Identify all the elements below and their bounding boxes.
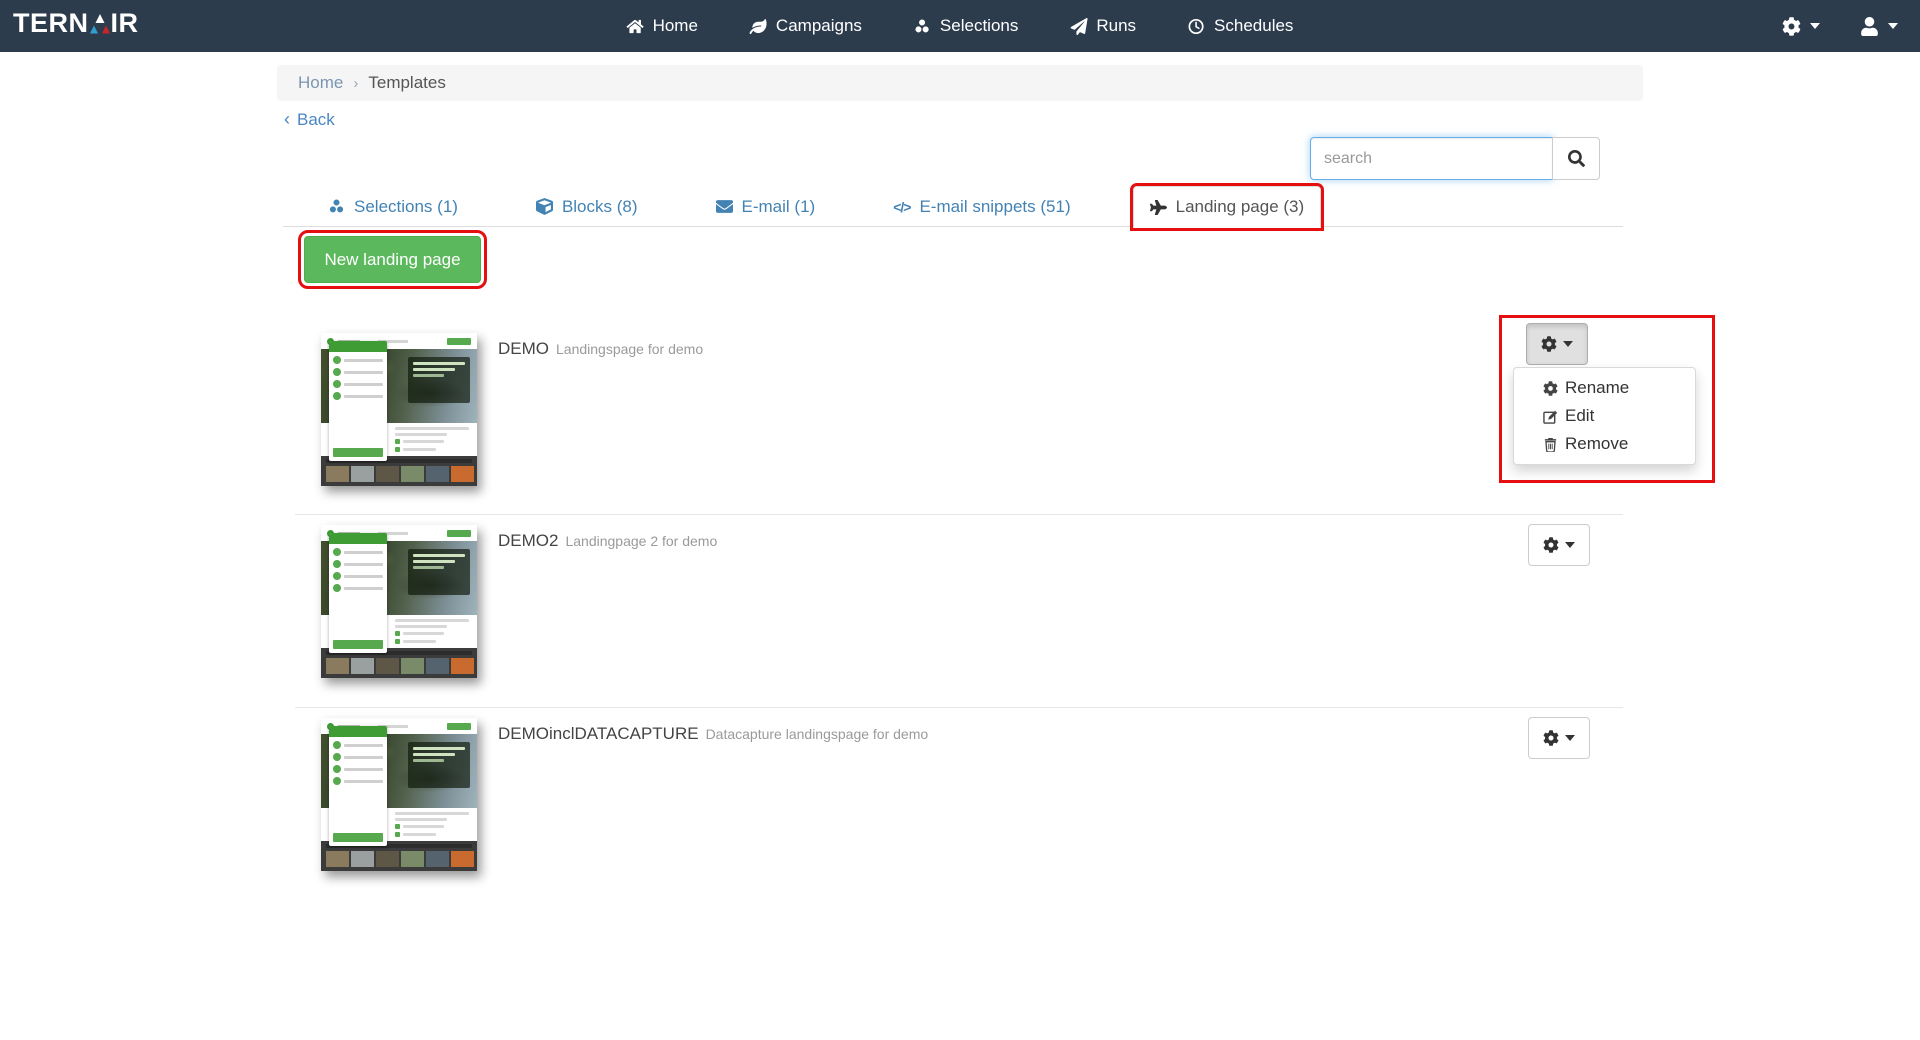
envelope-icon <box>715 200 733 213</box>
chevron-down-icon <box>1888 23 1898 29</box>
settings-dropdown[interactable] <box>1782 16 1820 36</box>
navbar-right-controls <box>1782 16 1898 36</box>
search-icon <box>1567 150 1585 167</box>
new-landing-page-button[interactable]: New landing page <box>298 230 487 289</box>
nav-item-runs[interactable]: Runs <box>1044 0 1162 52</box>
chevron-down-icon <box>1810 23 1820 29</box>
nav-item-selections[interactable]: Selections <box>888 0 1044 52</box>
leaf-icon <box>749 18 767 34</box>
template-thumbnail[interactable] <box>321 718 477 871</box>
thumb-side-card <box>329 341 387 461</box>
tab-landing-page[interactable]: Landing page (3) <box>1129 183 1325 231</box>
edit-icon <box>1543 410 1558 424</box>
breadcrumb-separator: › <box>353 74 359 92</box>
search-input[interactable] <box>1310 137 1553 180</box>
gear-icon <box>1543 730 1559 746</box>
code-icon: </> <box>893 198 911 215</box>
gear-icon <box>1541 336 1557 352</box>
menu-item-label: Remove <box>1565 434 1629 453</box>
menu-item-edit[interactable]: Edit <box>1514 402 1695 430</box>
tab-selections[interactable]: Selections (1) <box>312 186 474 227</box>
tab-label: Selections (1) <box>354 196 458 216</box>
tab-email[interactable]: E-mail (1) <box>700 186 832 227</box>
tab-label: Landing page (3) <box>1175 197 1305 216</box>
brand-text-prefix: TERN <box>13 8 89 38</box>
search-button[interactable] <box>1552 137 1600 180</box>
template-info: DEMOinclDATACAPTURE Datacapture landings… <box>498 724 928 744</box>
gear-icon <box>1543 537 1559 553</box>
template-row: DEMO Landingspage for demo <box>277 333 1643 515</box>
row-divider <box>295 707 1623 708</box>
breadcrumb: Home › Templates <box>277 65 1643 101</box>
user-dropdown[interactable] <box>1860 16 1898 36</box>
template-description: Landingpage 2 for demo <box>565 533 718 549</box>
nav-label: Runs <box>1096 16 1137 35</box>
nav-item-campaigns[interactable]: Campaigns <box>724 0 888 52</box>
menu-item-label: Edit <box>1565 406 1595 425</box>
cube-icon <box>535 198 553 215</box>
nav-item-home[interactable]: Home <box>601 0 724 52</box>
user-icon <box>1861 16 1878 36</box>
template-info: DEMO2 Landingpage 2 for demo <box>498 531 717 551</box>
template-name: DEMO2 <box>498 531 559 550</box>
thumb-quote-box <box>408 549 470 595</box>
template-actions-button[interactable] <box>1528 524 1590 566</box>
chevron-left-icon: ‹ <box>284 109 290 129</box>
nav-label: Selections <box>939 16 1019 35</box>
plane-icon <box>1149 199 1167 215</box>
template-info: DEMO Landingspage for demo <box>498 339 703 359</box>
thumb-quote-box <box>408 742 470 788</box>
home-icon <box>626 19 644 33</box>
tab-blocks[interactable]: Blocks (8) <box>520 186 654 227</box>
brand-text-suffix: IR <box>110 8 139 38</box>
template-tabs: Selections (1) Blocks (8) E-mail (1) </>… <box>283 183 1623 231</box>
gear-icon <box>1543 380 1558 396</box>
template-description: Datacapture landingspage for demo <box>705 726 929 742</box>
circles-icon <box>914 18 930 33</box>
template-thumbnail[interactable] <box>321 333 477 486</box>
tab-label: E-mail (1) <box>741 196 816 216</box>
tab-label: E-mail snippets (51) <box>919 196 1071 216</box>
breadcrumb-home-link[interactable]: Home <box>298 73 343 93</box>
breadcrumb-current: Templates <box>368 73 446 92</box>
template-actions-button[interactable] <box>1528 717 1590 759</box>
circles-icon <box>329 198 344 214</box>
row-divider <box>295 514 1623 515</box>
template-name: DEMOinclDATACAPTURE <box>498 724 699 743</box>
template-description: Landingspage for demo <box>556 341 704 357</box>
template-row: DEMO2 Landingpage 2 for demo <box>277 525 1643 707</box>
template-name: DEMO <box>498 339 549 358</box>
page-container: Home › Templates ‹ Back Selections (1) B… <box>277 52 1715 1040</box>
menu-item-rename[interactable]: Rename <box>1514 374 1695 402</box>
search-group <box>1310 137 1600 180</box>
brand-logo[interactable]: TERN IR <box>13 8 139 39</box>
trash-icon <box>1544 437 1557 452</box>
back-label: Back <box>297 109 335 129</box>
thumb-side-card <box>329 533 387 653</box>
clock-icon <box>1189 18 1205 34</box>
gear-icon <box>1782 16 1801 36</box>
nav-label: Campaigns <box>775 16 862 35</box>
nav-label: Home <box>652 16 698 35</box>
chevron-down-icon <box>1565 735 1575 741</box>
top-navbar: TERN IR Home Campaigns Selections Runs Sc… <box>0 0 1920 52</box>
template-thumbnail[interactable] <box>321 525 477 678</box>
paper-plane-icon <box>1070 17 1088 35</box>
back-link[interactable]: ‹ Back <box>284 109 335 130</box>
menu-item-remove[interactable]: Remove <box>1514 430 1695 458</box>
thumb-quote-box <box>408 357 470 403</box>
main-navigation: Home Campaigns Selections Runs Schedules <box>601 0 1320 52</box>
menu-item-label: Rename <box>1565 378 1630 397</box>
chevron-down-icon <box>1565 542 1575 548</box>
tab-email-snippets[interactable]: </> E-mail snippets (51) <box>877 186 1086 227</box>
template-context-menu: Rename Edit Remove <box>1513 367 1696 465</box>
template-actions-button-open[interactable] <box>1526 323 1588 365</box>
nav-label: Schedules <box>1214 16 1294 35</box>
chevron-down-icon <box>1563 341 1573 347</box>
thumb-side-card <box>329 726 387 846</box>
tab-label: Blocks (8) <box>561 196 638 216</box>
nav-item-schedules[interactable]: Schedules <box>1162 0 1319 52</box>
brand-triangle-a-icon <box>89 13 110 33</box>
template-row: DEMOinclDATACAPTURE Datacapture landings… <box>277 718 1643 900</box>
